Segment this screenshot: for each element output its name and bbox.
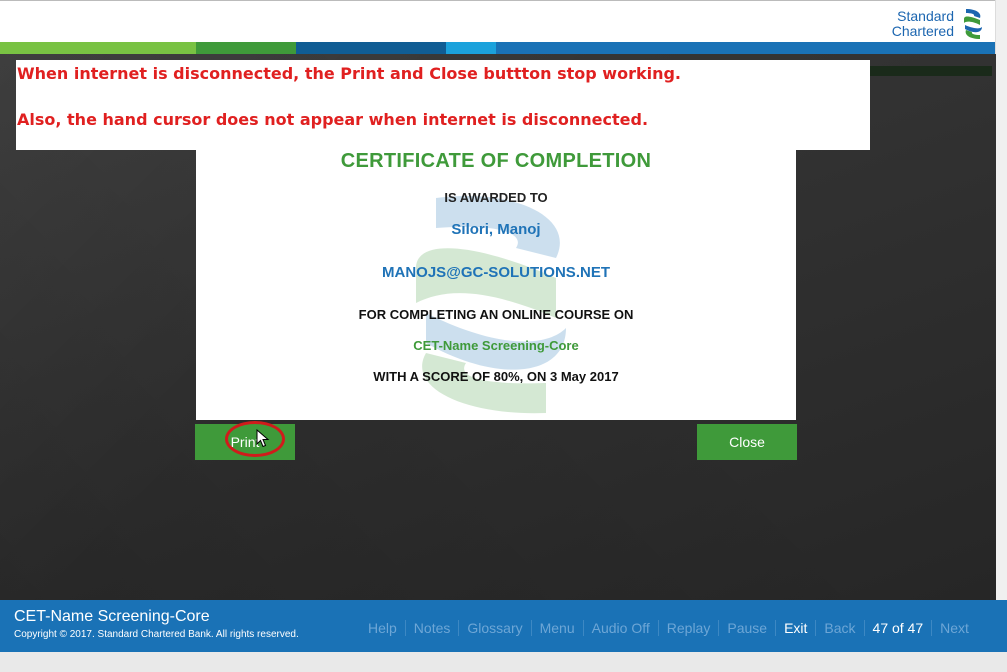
back-button[interactable]: Back bbox=[815, 620, 863, 636]
colorbar-segment bbox=[296, 42, 446, 54]
audio-off-button[interactable]: Audio Off bbox=[582, 620, 658, 636]
score-text: WITH A SCORE OF 80%, ON 3 May 2017 bbox=[373, 369, 619, 384]
recipient-name: Silori, Manoj bbox=[451, 221, 541, 238]
annotation-line2: Also, the hand cursor does not appear wh… bbox=[17, 110, 649, 129]
brand-color-bar bbox=[0, 42, 996, 54]
brand-line2: Chartered bbox=[891, 23, 954, 39]
next-button[interactable]: Next bbox=[931, 620, 977, 636]
notes-button[interactable]: Notes bbox=[404, 620, 459, 636]
page-indicator: 47 of 47 bbox=[863, 620, 932, 636]
vertical-scrollbar[interactable] bbox=[995, 0, 1007, 600]
annotation-line1: When internet is disconnected, the Print… bbox=[17, 64, 681, 83]
footer-course-title: CET-Name Screening-Core bbox=[14, 608, 210, 625]
sc-logo-icon bbox=[964, 9, 982, 39]
footer-nav: Help Notes Glossary Menu Audio Off Repla… bbox=[360, 619, 977, 637]
pause-button[interactable]: Pause bbox=[718, 620, 775, 636]
close-button[interactable]: Close bbox=[697, 424, 797, 460]
colorbar-segment bbox=[196, 42, 296, 54]
glossary-button[interactable]: Glossary bbox=[458, 620, 530, 636]
certificate-panel: CERTIFICATE OF COMPLETION IS AWARDED TO … bbox=[196, 130, 796, 420]
brand-line1: Standard bbox=[897, 8, 954, 24]
exit-button[interactable]: Exit bbox=[775, 620, 815, 636]
awarded-to-text: IS AWARDED TO bbox=[444, 190, 548, 205]
top-header: Standard Chartered bbox=[0, 0, 996, 43]
colorbar-segment bbox=[0, 42, 196, 54]
bottom-blank-bar bbox=[0, 652, 1007, 672]
standard-chartered-logo: Standard Chartered bbox=[892, 7, 986, 41]
logo-text: Standard Chartered bbox=[892, 9, 954, 39]
certificate-title: CERTIFICATE OF COMPLETION bbox=[340, 150, 652, 172]
replay-button[interactable]: Replay bbox=[657, 620, 719, 636]
colorbar-segment bbox=[496, 42, 996, 54]
colorbar-segment bbox=[446, 42, 496, 54]
footer-bar: CET-Name Screening-Core Copyright © 2017… bbox=[0, 600, 1007, 652]
arrow-cursor-icon bbox=[256, 429, 270, 448]
menu-button[interactable]: Menu bbox=[530, 620, 583, 636]
footer-copyright: Copyright © 2017. Standard Chartered Ban… bbox=[14, 629, 299, 640]
course-name: CET-Name Screening-Core bbox=[413, 338, 579, 353]
progress-strip bbox=[870, 66, 992, 76]
help-button[interactable]: Help bbox=[360, 620, 405, 636]
highlight-circle bbox=[225, 421, 285, 457]
recipient-email: MANOJS@GC-SOLUTIONS.NET bbox=[382, 264, 610, 281]
completing-text: FOR COMPLETING AN ONLINE COURSE ON bbox=[358, 307, 634, 322]
